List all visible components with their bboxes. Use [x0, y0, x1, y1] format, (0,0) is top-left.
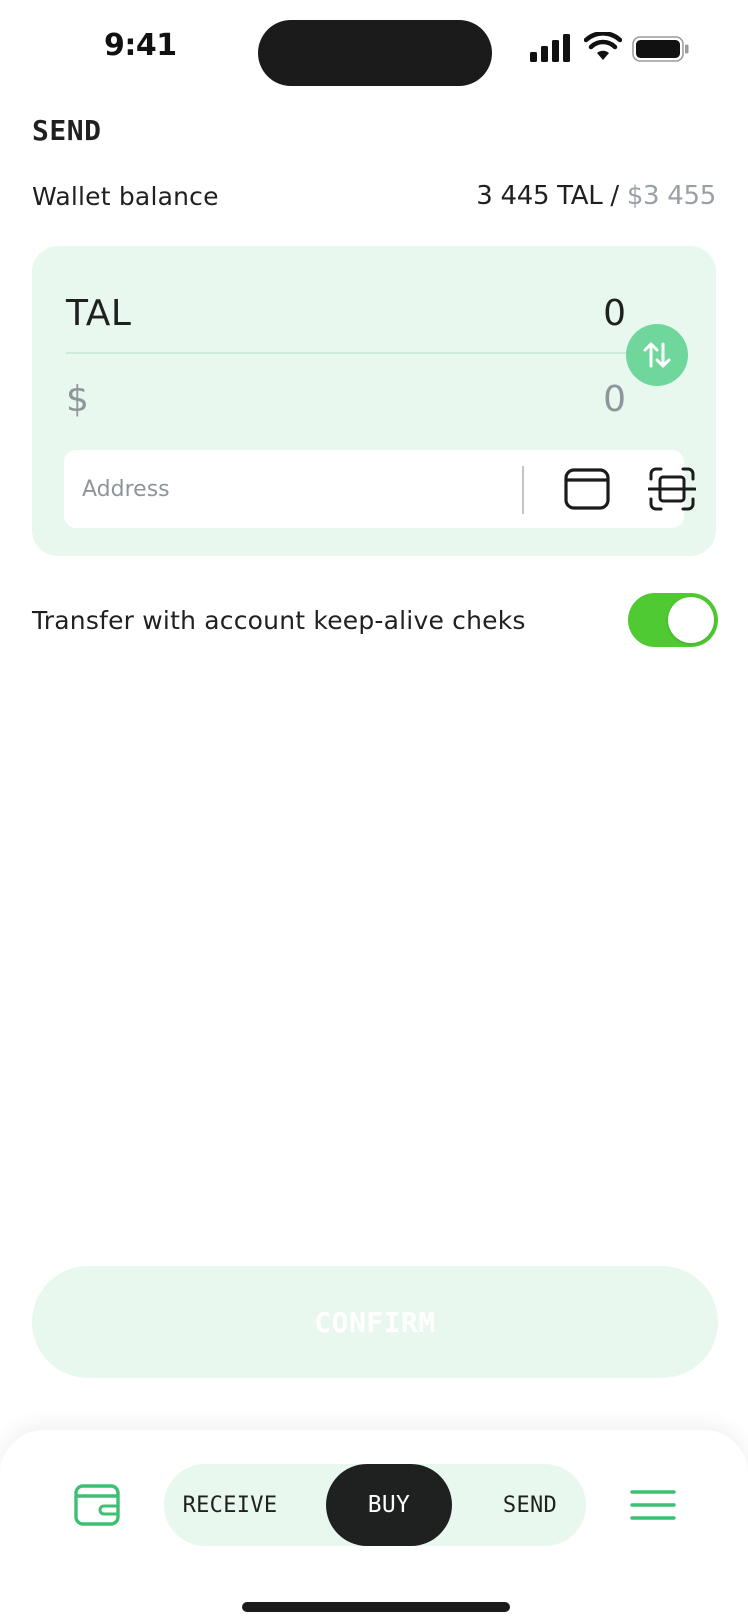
tal-amount-row[interactable]: TAL 0 [66, 278, 626, 348]
address-divider [522, 466, 524, 514]
balance-usd: $3 455 [626, 181, 716, 211]
secondary-amount-value[interactable]: 0 [603, 379, 626, 420]
bottom-navigation: RECEIVE BUY SEND [0, 1430, 748, 1622]
balance-separator: / [602, 181, 627, 211]
hamburger-menu-icon[interactable] [630, 1488, 676, 1522]
wallet-balance-value: 3 445 TAL / $3 455 [476, 181, 716, 211]
wallet-select-icon[interactable] [564, 468, 610, 510]
battery-icon [632, 36, 689, 62]
status-time: 9:41 [104, 28, 177, 63]
wallet-balance-row: Wallet balance 3 445 TAL / $3 455 [32, 176, 716, 216]
wallet-balance-label: Wallet balance [32, 181, 219, 211]
amount-divider [66, 352, 626, 354]
nav-buy-button[interactable]: BUY [326, 1464, 452, 1546]
swap-vertical-icon [643, 342, 671, 368]
status-bar: 9:41 [0, 0, 748, 96]
toggle-knob [668, 597, 714, 643]
dynamic-island [258, 20, 492, 86]
qr-scan-icon[interactable] [648, 466, 696, 512]
send-screen: 9:41 SEND Wallet balance 3 445 TAL / $3 … [0, 0, 748, 1622]
address-field-container [64, 450, 696, 528]
primary-currency-label: TAL [66, 292, 132, 334]
keep-alive-row: Transfer with account keep-alive cheks [32, 592, 718, 648]
nav-receive-button[interactable]: RECEIVE [180, 1464, 280, 1546]
home-indicator [242, 1602, 510, 1612]
secondary-currency-label: $ [66, 378, 90, 420]
keep-alive-toggle[interactable] [628, 593, 718, 647]
nav-action-pill: RECEIVE BUY SEND [164, 1464, 586, 1546]
page-title: SEND [32, 114, 102, 147]
keep-alive-label: Transfer with account keep-alive cheks [32, 605, 526, 635]
swap-currency-button[interactable] [626, 324, 688, 386]
send-amount-card: TAL 0 $ 0 [32, 246, 716, 556]
confirm-button[interactable]: CONFIRM [32, 1266, 718, 1378]
cellular-signal-icon [530, 34, 570, 62]
balance-tal: 3 445 TAL [476, 181, 603, 211]
wifi-icon [584, 32, 622, 60]
address-input[interactable] [64, 450, 504, 528]
primary-amount-value[interactable]: 0 [603, 293, 626, 334]
wallet-icon[interactable] [74, 1484, 120, 1526]
usd-amount-row[interactable]: $ 0 [66, 364, 626, 434]
nav-send-button[interactable]: SEND [482, 1464, 578, 1546]
